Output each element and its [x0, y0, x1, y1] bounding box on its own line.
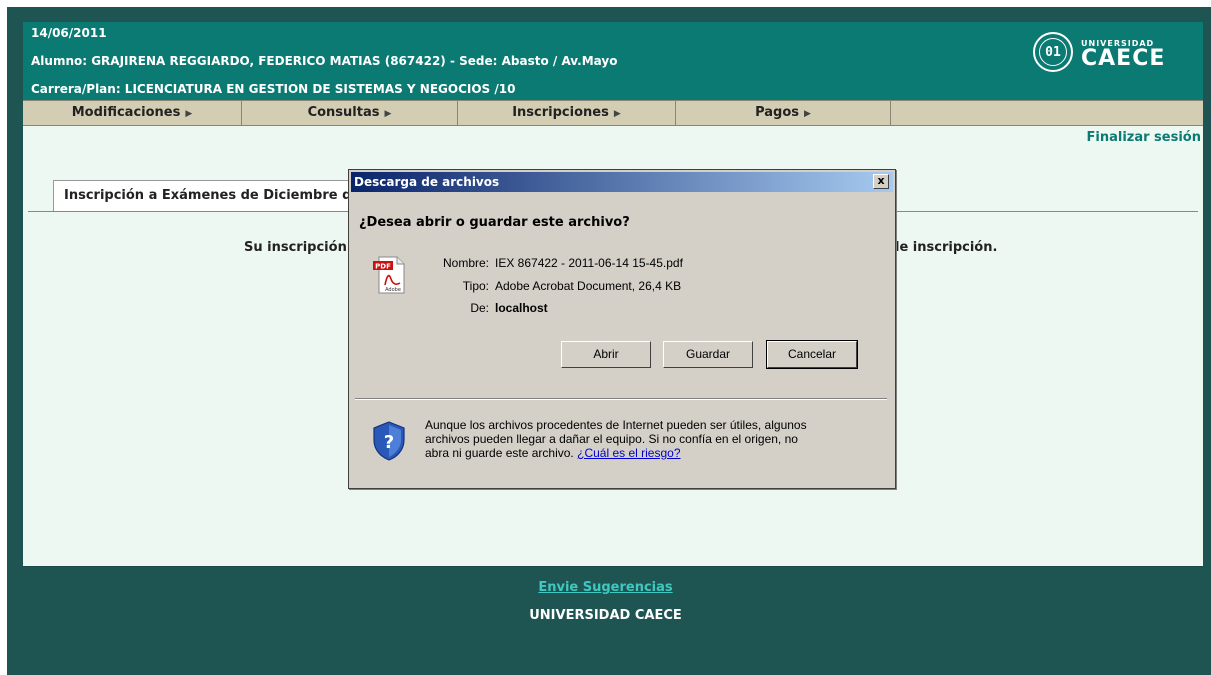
menu-label: Consultas — [307, 105, 380, 120]
menu-bar: Modificaciones ▶ Consultas ▶ Inscripciones… — [23, 100, 1203, 126]
tab-inscripcion-examenes[interactable]: Inscripción a Exámenes de Diciembre de — [53, 180, 363, 211]
menu-inscripciones[interactable]: Inscripciones ▶ — [458, 101, 676, 125]
menu-consultas[interactable]: Consultas ▶ — [242, 101, 458, 125]
risk-link[interactable]: ¿Cuál es el riesgo? — [577, 446, 680, 460]
message-text-left: Su inscripción — [244, 240, 347, 255]
chevron-right-icon: ▶ — [384, 109, 392, 119]
chevron-right-icon: ▶ — [804, 109, 811, 119]
dialog-question: ¿Desea abrir o guardar este archivo? — [359, 215, 630, 230]
open-button[interactable]: Abrir — [561, 341, 651, 368]
menu-modificaciones[interactable]: Modificaciones ▶ — [23, 101, 242, 125]
chevron-right-icon: ▶ — [185, 109, 193, 119]
footer-university-name: UNIVERSIDAD CAECE — [529, 608, 682, 623]
type-label: Tipo: — [462, 279, 489, 293]
save-button[interactable]: Guardar — [663, 341, 753, 368]
chevron-right-icon: ▶ — [613, 109, 621, 119]
menu-pagos[interactable]: Pagos ▶ — [676, 101, 891, 125]
menu-label: Modificaciones — [71, 105, 181, 120]
logout-link[interactable]: Finalizar sesión — [1087, 130, 1202, 145]
dialog-titlebar[interactable]: Descarga de archivos x — [351, 172, 893, 192]
message-text-right: le inscripción. — [895, 240, 998, 255]
university-logo: 01 UNIVERSIDAD CAECE — [1033, 32, 1193, 74]
suggestions-link[interactable]: Envie Sugerencias — [0, 580, 1211, 595]
menu-label: Pagos — [755, 105, 799, 120]
pdf-badge-text: PDF — [375, 263, 391, 271]
logo-name-text: CAECE — [1081, 46, 1166, 71]
name-label: Nombre: — [442, 256, 489, 270]
cancel-button[interactable]: Cancelar — [766, 340, 858, 369]
from-label: De: — [470, 301, 489, 315]
menu-label: Inscripciones — [512, 105, 609, 120]
svg-text:?: ? — [384, 432, 394, 453]
file-download-dialog: Descarga de archivos x ¿Desea abrir o gu… — [348, 169, 896, 489]
dialog-separator — [355, 398, 887, 400]
security-warning: Aunque los archivos procedentes de Inter… — [425, 418, 825, 460]
security-shield-icon: ? — [373, 421, 405, 461]
date-text: 14/06/2011 — [31, 26, 107, 40]
student-info: Alumno: GRAJIRENA REGGIARDO, FEDERICO MA… — [31, 54, 618, 68]
close-icon[interactable]: x — [873, 174, 889, 189]
pdf-file-icon: PDF Adobe — [373, 256, 405, 294]
file-type-value: Adobe Acrobat Document, 26,4 KB — [495, 279, 682, 293]
pdf-brand-text: Adobe — [385, 287, 401, 293]
dialog-title: Descarga de archivos — [354, 175, 500, 189]
university-seal-icon: 01 — [1033, 32, 1073, 72]
career-info: Carrera/Plan: LICENCIATURA EN GESTION DE… — [31, 82, 516, 96]
file-source-value: localhost — [495, 301, 548, 315]
header: 14/06/2011 Alumno: GRAJIRENA REGGIARDO, … — [23, 22, 1203, 100]
file-name-value: IEX 867422 - 2011-06-14 15-45.pdf — [495, 256, 683, 270]
